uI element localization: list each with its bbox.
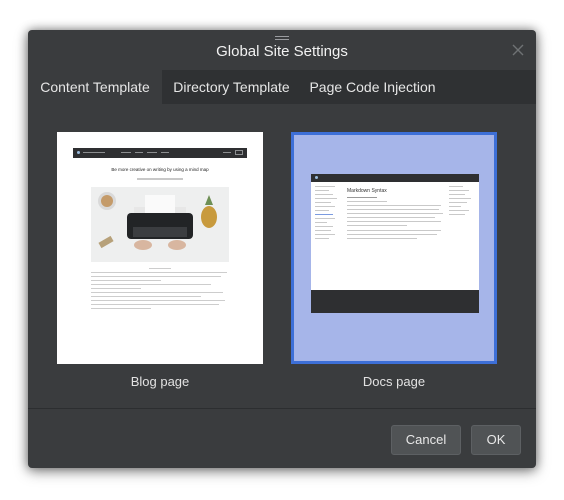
preview-body-text bbox=[91, 268, 229, 312]
docs-preview-page: Markdown Syntax bbox=[311, 174, 479, 313]
preview-main-content: Markdown Syntax bbox=[347, 188, 443, 242]
tab-bar: Content Template Directory Template Page… bbox=[28, 70, 536, 104]
preview-post-title: Be more creative on writing by using a m… bbox=[111, 167, 209, 172]
preview-author-line bbox=[137, 178, 183, 180]
ok-button[interactable]: OK bbox=[471, 425, 521, 455]
template-label-blog: Blog page bbox=[130, 374, 190, 389]
close-icon[interactable] bbox=[510, 42, 526, 58]
tab-content-template[interactable]: Content Template bbox=[28, 70, 162, 104]
blog-page-thumbnail[interactable]: Be more creative on writing by using a m… bbox=[57, 132, 263, 364]
preview-sidebar bbox=[315, 186, 341, 242]
global-site-settings-dialog: Global Site Settings Content Template Di… bbox=[28, 30, 536, 468]
preview-footer bbox=[311, 290, 479, 313]
cancel-button[interactable]: Cancel bbox=[391, 425, 461, 455]
template-card-blog[interactable]: Be more creative on writing by using a m… bbox=[57, 132, 263, 389]
preview-toc bbox=[449, 186, 473, 218]
typewriter-hero-image bbox=[91, 187, 229, 262]
tab-page-code-injection[interactable]: Page Code Injection bbox=[301, 70, 444, 104]
tab-directory-template[interactable]: Directory Template bbox=[162, 70, 301, 104]
dialog-title: Global Site Settings bbox=[216, 43, 348, 60]
template-label-docs: Docs page bbox=[362, 374, 426, 389]
template-gallery: Be more creative on writing by using a m… bbox=[28, 104, 536, 408]
docs-page-thumbnail[interactable]: Markdown Syntax bbox=[291, 132, 497, 364]
template-card-docs[interactable]: Markdown Syntax Docs page bbox=[291, 132, 497, 389]
preview-navbar bbox=[311, 174, 479, 182]
dialog-footer: Cancel OK bbox=[28, 408, 536, 468]
drag-handle-icon[interactable] bbox=[275, 36, 289, 42]
preview-navbar bbox=[73, 148, 247, 158]
preview-doc-heading: Markdown Syntax bbox=[347, 188, 387, 194]
